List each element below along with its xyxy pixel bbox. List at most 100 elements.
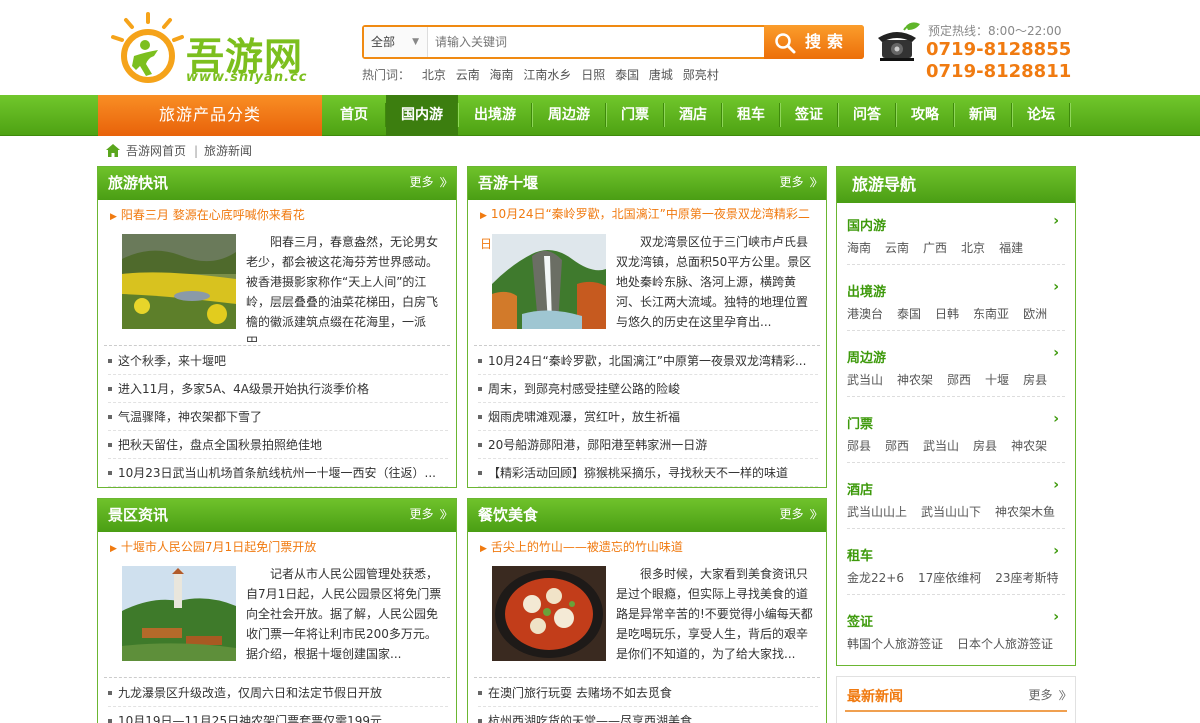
more-link[interactable]: 更多 〉〉: [409, 167, 452, 198]
hot-word[interactable]: 郧亮村: [683, 68, 719, 82]
chevron-right-icon[interactable]: ›: [1053, 213, 1059, 229]
sidebar-section-title[interactable]: 出境游: [847, 281, 886, 300]
search-input[interactable]: [428, 27, 764, 57]
list-item[interactable]: 【精彩活动回顾】猕猴桃采摘乐，寻找秋天不一样的味道: [478, 459, 818, 487]
feature-headline[interactable]: ▶ 十堰市人民公园7月1日起免门票开放: [110, 538, 316, 555]
chevron-right-icon[interactable]: ›: [1053, 345, 1059, 361]
more-link[interactable]: 更多 〉〉: [779, 167, 822, 198]
feature-image-flower-field[interactable]: [122, 234, 236, 329]
hot-word[interactable]: 泰国: [615, 68, 639, 82]
hotline-label: 预定热线：8:00～22:00: [928, 24, 1062, 38]
nav-item-tickets[interactable]: 门票: [606, 95, 664, 136]
search-button[interactable]: 搜索: [764, 25, 864, 59]
sidebar-link[interactable]: 福建: [999, 241, 1023, 255]
sidebar-link[interactable]: 金龙22+6: [847, 571, 904, 585]
sidebar-link[interactable]: 武当山: [923, 439, 959, 453]
sidebar-link[interactable]: 郧县: [847, 439, 871, 453]
feature-summary: 记者从市人民公园管理处获悉，自7月1日起，人民公园景区将免门票向全社会开放。据了…: [246, 567, 442, 661]
sidebar-link[interactable]: 十堰: [985, 373, 1009, 387]
list-item[interactable]: 进入11月，多家5A、4A级景开始执行淡季价格: [108, 375, 448, 403]
list-item[interactable]: 烟雨虎啸滩观瀑，赏红叶，放生祈福: [478, 403, 818, 431]
list-item[interactable]: 20号船游郧阳港，郧阳港至韩家洲一日游: [478, 431, 818, 459]
list-item[interactable]: 气温骤降，神农架都下雪了: [108, 403, 448, 431]
sidebar-link[interactable]: 武当山: [847, 373, 883, 387]
sidebar-link[interactable]: 港澳台: [847, 307, 883, 321]
chevron-right-icon[interactable]: ›: [1053, 411, 1059, 427]
sidebar-link[interactable]: 郧西: [885, 439, 909, 453]
nav-item-hotel[interactable]: 酒店: [664, 95, 722, 136]
sidebar-section-title[interactable]: 周边游: [847, 347, 886, 366]
sidebar-link[interactable]: 日本个人旅游签证: [957, 637, 1053, 651]
sidebar-link[interactable]: 房县: [973, 439, 997, 453]
sidebar-link[interactable]: 郧西: [947, 373, 971, 387]
sidebar-section-title[interactable]: 门票: [847, 413, 873, 432]
nav-item-qa[interactable]: 问答: [838, 95, 896, 136]
sidebar-link[interactable]: 武当山山下: [921, 505, 981, 519]
product-category-menu[interactable]: 旅游产品分类: [98, 95, 322, 136]
more-link[interactable]: 更多 〉〉: [1028, 686, 1071, 703]
nav-item-visa[interactable]: 签证: [780, 95, 838, 136]
search-category-select[interactable]: 全部 ▼: [364, 27, 428, 57]
list-item[interactable]: 杭州西湖吃货的天堂——尽享西湖美食: [478, 707, 818, 723]
nav-item-nearby[interactable]: 周边游: [532, 95, 606, 136]
nav-item-domestic[interactable]: 国内游: [386, 95, 458, 136]
sidebar-link[interactable]: 韩国个人旅游签证: [847, 637, 943, 651]
divider: [845, 710, 1067, 712]
feature-image-dish[interactable]: [492, 566, 606, 661]
sidebar-link[interactable]: 云南: [885, 241, 909, 255]
nav-item-forum[interactable]: 论坛: [1012, 95, 1070, 136]
list-item[interactable]: 在澳门旅行玩耍 去赌场不如去觅食: [478, 679, 818, 707]
hot-word[interactable]: 云南: [456, 68, 480, 82]
site-header: 吾游网 www.shiyan.cc 全部 ▼ 搜索 热门词： 北京 云南 海南 …: [0, 0, 1200, 95]
nav-item-outbound[interactable]: 出境游: [458, 95, 532, 136]
list-item[interactable]: 10月19日—11月25日神农架门票套票仅需199元: [108, 707, 448, 723]
site-logo[interactable]: 吾游网 www.shiyan.cc: [108, 12, 328, 88]
sidebar-link[interactable]: 海南: [847, 241, 871, 255]
hot-word[interactable]: 日照: [581, 68, 605, 82]
sidebar-section-title[interactable]: 酒店: [847, 479, 873, 498]
chevron-right-icon[interactable]: ›: [1053, 609, 1059, 625]
sidebar-link[interactable]: 武当山山上: [847, 505, 907, 519]
sidebar-link[interactable]: 23座考斯特: [995, 571, 1058, 585]
hot-word[interactable]: 江南水乡: [523, 68, 571, 82]
nav-item-car-rental[interactable]: 租车: [722, 95, 780, 136]
sidebar-link[interactable]: 北京: [961, 241, 985, 255]
more-link[interactable]: 更多 〉〉: [779, 499, 822, 530]
chevron-right-icon[interactable]: ›: [1053, 543, 1059, 559]
more-link[interactable]: 更多 〉〉: [409, 499, 452, 530]
hot-word[interactable]: 唐城: [649, 68, 673, 82]
sidebar-section-title[interactable]: 签证: [847, 611, 873, 630]
sidebar-link[interactable]: 17座依维柯: [918, 571, 981, 585]
divider: [104, 677, 450, 678]
feature-image-waterfall[interactable]: [492, 234, 606, 329]
hot-word[interactable]: 北京: [422, 68, 446, 82]
feature-headline[interactable]: ▶ 舌尖上的竹山——被遗忘的竹山味道: [480, 538, 683, 555]
nav-item-news[interactable]: 新闻: [954, 95, 1012, 136]
chevron-right-icon[interactable]: ›: [1053, 477, 1059, 493]
list-item[interactable]: 这个秋季，来十堰吧: [108, 347, 448, 375]
nav-item-guide[interactable]: 攻略: [896, 95, 954, 136]
sidebar-section-title[interactable]: 租车: [847, 545, 873, 564]
sidebar-link[interactable]: 泰国: [897, 307, 921, 321]
list-item[interactable]: 九龙瀑景区升级改造，仅周六日和法定节假日开放: [108, 679, 448, 707]
sidebar-link[interactable]: 神农架木鱼: [995, 505, 1055, 519]
sidebar-link[interactable]: 房县: [1023, 373, 1047, 387]
sidebar-link[interactable]: 欧洲: [1023, 307, 1047, 321]
sidebar-link[interactable]: 神农架: [1011, 439, 1047, 453]
list-item[interactable]: 周末，到郧亮村感受挂壁公路的险峻: [478, 375, 818, 403]
breadcrumb-home[interactable]: 吾游网首页: [126, 142, 186, 160]
feature-headline[interactable]: ▶ 阳春三月 婺源在心底呼喊你来看花: [110, 206, 305, 223]
hot-word[interactable]: 海南: [490, 68, 514, 82]
list-item[interactable]: 把秋天留住，盘点全国秋景拍照绝佳地: [108, 431, 448, 459]
list-item[interactable]: 10月24日“秦岭罗歡，北国漓江”中原第一夜景双龙湾精彩...: [478, 347, 818, 375]
nav-item-home[interactable]: 首页: [322, 95, 386, 136]
sidebar-link[interactable]: 东南亚: [973, 307, 1009, 321]
sidebar-link[interactable]: 广西: [923, 241, 947, 255]
sidebar-link[interactable]: 日韩: [935, 307, 959, 321]
sidebar-link[interactable]: 神农架: [897, 373, 933, 387]
sidebar-section-title[interactable]: 国内游: [847, 215, 886, 234]
list-item[interactable]: 10月23日武当山机场首条航线杭州一十堰一西安（往返）...: [108, 459, 448, 487]
feature-image-park-pagoda[interactable]: [122, 566, 236, 661]
chevron-right-icon[interactable]: ›: [1053, 279, 1059, 295]
breadcrumb-current[interactable]: 旅游新闻: [204, 142, 252, 160]
